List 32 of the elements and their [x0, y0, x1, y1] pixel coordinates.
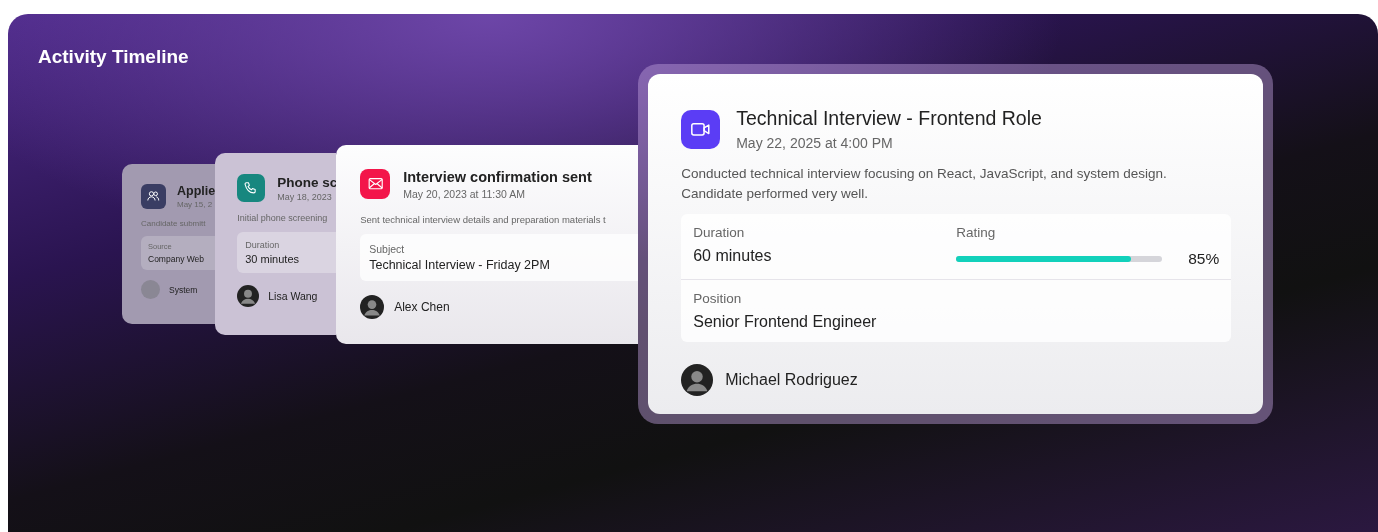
field-label: Position	[693, 291, 743, 306]
field-value: Senior Frontend Engineer	[693, 313, 878, 331]
field-value: 30 minutes	[245, 253, 300, 265]
field-value: Technical Interview - Friday 2PM	[369, 257, 551, 272]
avatar-silhouette-icon	[360, 294, 385, 319]
event-date: May 22, 2025 at 4:00 PM	[736, 135, 894, 151]
event-title: Phone sc	[277, 174, 337, 190]
event-date: May 18, 2023	[277, 191, 333, 202]
event-date: May 20, 2023 at 11:30 AM	[403, 187, 526, 200]
event-description: Initial phone screening	[237, 213, 329, 223]
event-title: Technical Interview - Frontend Role	[736, 107, 1042, 130]
event-description: Conducted technical interview focusing on React, JavaScript, and system design. Candidate performed very well.	[681, 165, 1168, 203]
page-title: Activity Timeline	[37, 45, 190, 69]
event-date: May 15, 2	[177, 200, 214, 209]
event-description: Sent technical interview details and preparation materials t	[360, 213, 607, 225]
field-label: Rating	[956, 225, 997, 240]
event-description: Candidate submitt	[141, 219, 207, 228]
event-title: Interview confirmation sent	[403, 168, 592, 185]
field-label: Duration	[693, 225, 746, 240]
field-label: Subject	[369, 242, 406, 255]
avatar-silhouette-icon	[237, 285, 260, 307]
person-name: Michael Rodriguez	[725, 371, 858, 389]
event-title: Applie	[177, 184, 216, 198]
field-label: Duration	[245, 240, 281, 250]
avatar	[141, 280, 160, 299]
person-name: Alex Chen	[394, 299, 450, 314]
field-value: Company Web	[148, 254, 206, 264]
avatar-silhouette-icon	[681, 364, 714, 396]
person-name: System	[169, 284, 198, 295]
field-value: 60 minutes	[693, 247, 773, 265]
rating-value: 85%	[1188, 250, 1220, 268]
person-name: Lisa Wang	[268, 290, 318, 302]
